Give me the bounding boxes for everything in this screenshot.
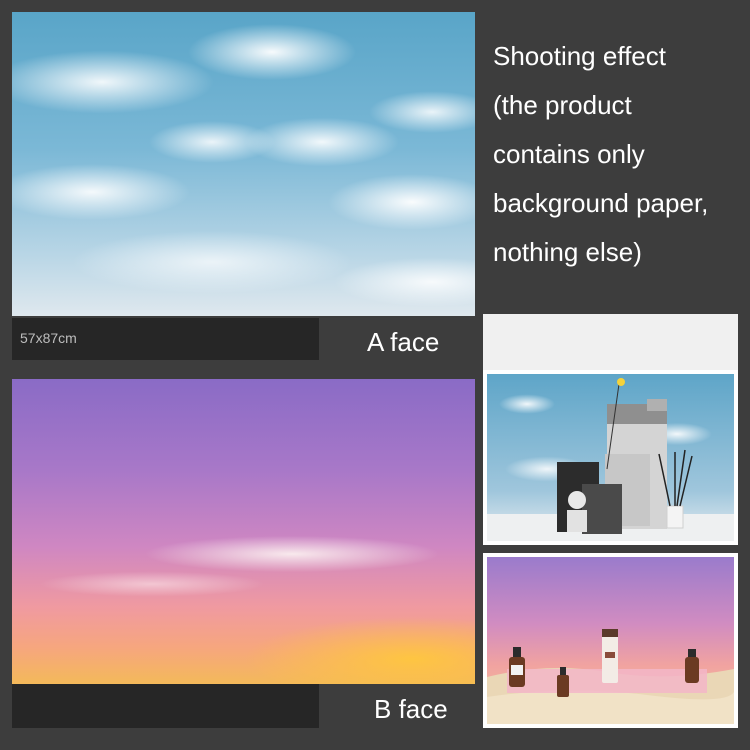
example-photo-sunset-products <box>487 557 734 724</box>
size-label: 57x87cm <box>20 330 77 346</box>
b-face-label: B face <box>374 694 448 724</box>
effect-line: background paper, <box>493 188 709 218</box>
a-face-sky-photo <box>12 12 475 316</box>
a-face-label: A face <box>367 327 440 357</box>
effect-line: (the product <box>493 90 632 120</box>
products-illustration <box>487 629 734 724</box>
b-face-caption-bar <box>12 684 319 728</box>
b-face-sunset-photo <box>12 379 475 684</box>
white-strip <box>483 314 738 370</box>
effect-line: contains only <box>493 139 645 169</box>
effect-line: nothing else) <box>493 237 642 267</box>
effect-line: Shooting effect <box>493 41 666 71</box>
props-illustration <box>487 378 734 541</box>
example-photo-sky-props <box>487 374 734 541</box>
shooting-effect-text: Shooting effect (the product contains on… <box>493 32 743 277</box>
